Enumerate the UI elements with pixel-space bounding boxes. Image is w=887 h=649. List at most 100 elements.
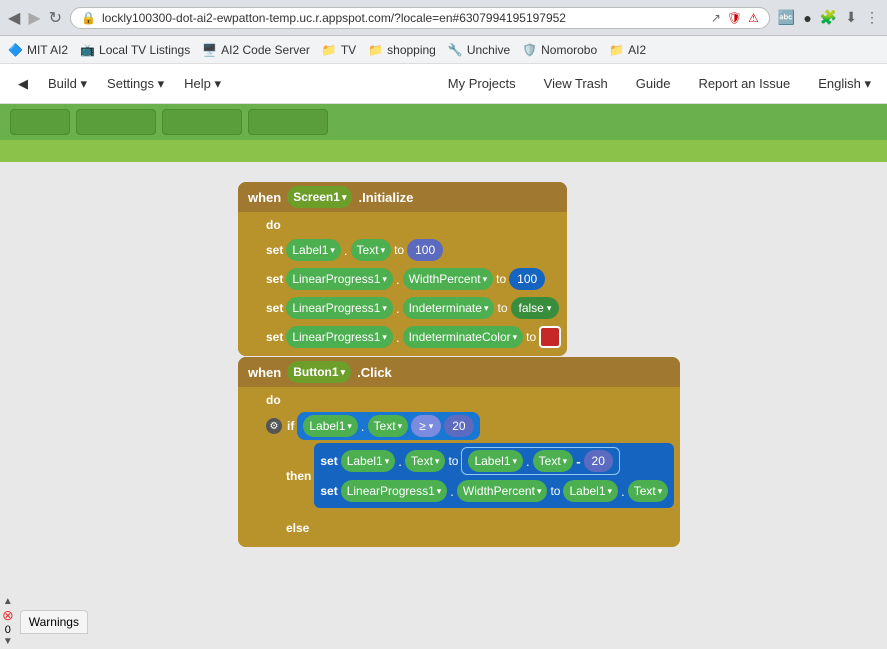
warning-triangle-icon: ⚠ [748,11,759,25]
nav-build[interactable]: Build ▾ [40,72,95,96]
nav-back[interactable]: ◀ [10,72,36,96]
text-dropdown-1[interactable]: Text ▾ [351,239,392,261]
dot-2: . [396,272,400,287]
then-to-2: to [550,484,560,498]
bookmark-ai2-code[interactable]: 🖥️ AI2 Code Server [202,43,310,57]
lp1-dropdown-1[interactable]: LinearProgress1 ▾ [286,268,393,290]
address-bar[interactable]: 🔒 lockly100300-dot-ai2-ewpatton-temp.uc.… [70,7,770,29]
arrow-up-icon[interactable]: ▲ [3,596,13,607]
set-label1: set [266,243,283,257]
forward-icon[interactable]: ▶ [28,8,40,28]
avatar-icon[interactable]: ● [803,10,811,26]
nav-guide[interactable]: Guide [630,72,677,95]
then-label1-ref-dropdown[interactable]: Label1 ▾ [563,480,618,502]
set-linearprogress-indet-row: set LinearProgress1 ▾ . Indeterminate ▾ … [266,295,561,321]
green-strip [0,140,887,162]
extensions-icon[interactable]: 🧩 [820,9,837,26]
gear-icon[interactable]: ⚙ [266,418,282,434]
translate-icon[interactable]: 🔤 [778,9,795,26]
browser-nav-icons[interactable]: ◀ ▶ ↻ [8,8,62,28]
color-red-swatch[interactable] [539,326,561,348]
toolbar-btn-4[interactable] [248,109,328,135]
cond-label1-dropdown[interactable]: Label1 ▾ [303,415,358,437]
screen1-dropdown[interactable]: Screen1 ▾ [287,186,352,208]
warnings-label: Warnings [29,615,79,629]
bookmark-unchive[interactable]: 🔧 Unchive [448,43,510,57]
browser-action-icons[interactable]: 🔤 ● 🧩 ⬇ ⋮ [778,9,879,26]
then-label1-dropdown[interactable]: Label1 ▾ [341,450,396,472]
bookmark-tv-label: TV [341,43,356,57]
nav-english[interactable]: English ▾ [812,72,877,96]
then-text-dropdown-2[interactable]: Text ▾ [628,480,669,502]
nav-settings[interactable]: Settings ▾ [99,72,172,96]
then-text-dropdown-1[interactable]: Text ▾ [405,450,446,472]
bookmark-tv[interactable]: 📁 TV [322,43,356,57]
lp1-dropdown-2[interactable]: LinearProgress1 ▾ [286,297,393,319]
local-tv-icon: 📺 [80,43,95,57]
warnings-button[interactable]: Warnings [20,610,88,634]
nav-report-issue[interactable]: Report an Issue [692,72,796,95]
bookmark-local-tv-label: Local TV Listings [99,43,190,57]
cond-text-dropdown[interactable]: Text ▾ [368,415,409,437]
download-icon[interactable]: ⬇ [845,9,857,26]
nav-view-trash[interactable]: View Trash [538,72,614,95]
else-row: else [286,515,674,541]
lp1-dropdown-3[interactable]: LinearProgress1 ▾ [286,326,393,348]
when-label-2: when [248,365,281,380]
dot-1: . [344,243,348,258]
nav-help[interactable]: Help ▾ [176,72,229,96]
arithmetic-block: Label1 ▾ . Text ▾ - 20 [461,447,619,475]
toolbar-btn-3[interactable] [162,109,242,135]
lock-icon: 🔒 [81,11,96,25]
cond-value-20[interactable]: 20 [444,415,473,437]
bookmarks-bar: 🔷 MIT AI2 📺 Local TV Listings 🖥️ AI2 Cod… [0,36,887,64]
condition-block: Label1 ▾ . Text ▾ ≥ ▾ 20 [297,412,479,440]
if-condition-row: ⚙ if Label1 ▾ . Text ▾ ≥ ▾ 20 [266,412,674,440]
arith-value-20[interactable]: 20 [584,450,613,472]
ai2-folder-icon: 📁 [609,43,624,57]
bookmark-unchive-label: Unchive [467,43,510,57]
indetcolor-dropdown[interactable]: IndeterminateColor ▾ [403,326,524,348]
bookmark-shopping[interactable]: 📁 shopping [368,43,436,57]
more-icon[interactable]: ⋮ [865,9,879,26]
bookmark-local-tv[interactable]: 📺 Local TV Listings [80,43,190,57]
share-icon[interactable]: ↗ [711,11,721,25]
when-label: when [248,190,281,205]
nav-my-projects[interactable]: My Projects [442,72,522,95]
arith-text-dropdown[interactable]: Text ▾ [533,450,574,472]
bookmark-mit-ai2[interactable]: 🔷 MIT AI2 [8,43,68,57]
reload-icon[interactable]: ↻ [49,8,62,28]
set-label1-text-row: set Label1 ▾ . Text ▾ to 100 [266,237,561,263]
arrow-down-icon[interactable]: ▼ [3,636,13,647]
mit-ai2-icon: 🔷 [8,43,23,57]
shopping-folder-icon: 📁 [368,43,383,57]
unchive-icon: 🔧 [448,43,463,57]
label1-dropdown-1[interactable]: Label1 ▾ [286,239,341,261]
value-100-2[interactable]: 100 [509,268,545,290]
indeterminate-dropdown[interactable]: Indeterminate ▾ [403,297,495,319]
bookmark-ai2[interactable]: 📁 AI2 [609,43,646,57]
button1-dropdown[interactable]: Button1 ▾ [287,361,351,383]
then-to-1: to [448,454,458,468]
gte-operator[interactable]: ≥ ▾ [411,415,441,437]
widthpercent-dropdown-1[interactable]: WidthPercent ▾ [403,268,494,290]
bookmark-nomorobo[interactable]: 🛡️ Nomorobo [522,43,597,57]
arith-label1-dropdown[interactable]: Label1 ▾ [468,450,523,472]
dot-4: . [396,330,400,345]
back-icon[interactable]: ◀ [8,8,20,28]
warning-count: 0 [5,624,11,636]
value-100[interactable]: 100 [407,239,443,261]
set-lp2: set [266,301,283,315]
false-value[interactable]: false ▾ [511,297,560,319]
button1-block-outer: when Button1 ▾ .Click do ⚙ if Label1 ▾ .… [238,357,680,547]
warning-error-icon: ⊗ [2,607,14,624]
then-lp-dropdown[interactable]: LinearProgress1 ▾ [341,480,448,502]
toolbar-btn-2[interactable] [76,109,156,135]
button1-block-body: do ⚙ if Label1 ▾ . Text ▾ ≥ ▾ 20 [238,387,680,547]
button1-block: when Button1 ▾ .Click do ⚙ if Label1 ▾ .… [238,357,680,547]
set-lp1: set [266,272,283,286]
to-label-4: to [526,330,536,344]
then-dot-3: . [621,484,625,499]
then-widthpercent-dropdown[interactable]: WidthPercent ▾ [457,480,548,502]
toolbar-btn-1[interactable] [10,109,70,135]
